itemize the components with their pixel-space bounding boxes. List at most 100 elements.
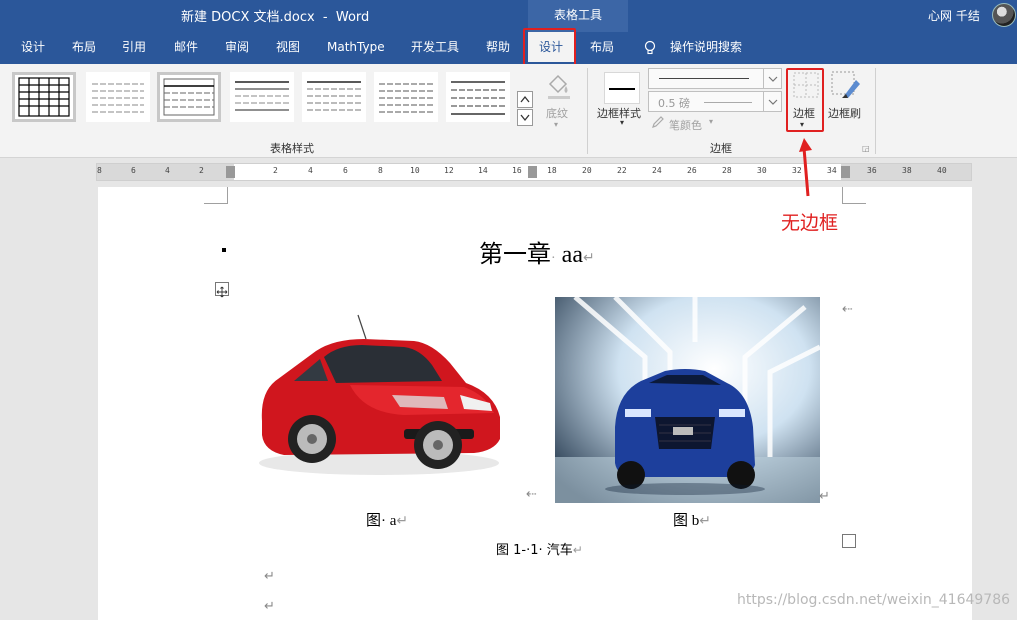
borders-group-label: 边框 [710,142,732,155]
paint-bucket-icon [548,74,570,99]
paragraph-mark: ↵ [264,599,275,614]
table-style-header[interactable] [230,72,294,122]
chevron-down-icon: ▾ [554,120,559,129]
shading-button[interactable]: 底纹 [546,105,568,121]
list-bullet [222,248,226,252]
tab-view[interactable]: 视图 [276,32,300,64]
table-styles-group-label: 表格样式 [270,142,314,155]
move-handle-icon[interactable] [215,282,229,298]
paragraph-mark: ↵ [582,251,595,266]
ruler-number: 14 [478,166,488,175]
line-style-value [659,78,749,79]
caption-b[interactable]: 图 b↵ [673,509,711,530]
tab-developer[interactable]: 开发工具 [411,32,459,64]
chevron-down-icon [520,114,530,122]
gallery-scroll-down-button[interactable] [517,109,533,126]
chevron-down-icon: ▾ [620,118,625,127]
table-style-preview [451,81,505,115]
table-resize-handle[interactable] [842,534,856,548]
border-brush-icon [831,71,860,98]
line-weight-value: 0.5 磅 [658,97,690,110]
ruler-number: 2 [273,166,278,175]
ruler-number: 36 [867,166,877,175]
pen-icon [652,116,664,128]
ruler-number: 30 [757,166,767,175]
margin-corner-mark [204,187,228,204]
table-style-grid[interactable] [12,72,76,122]
dialog-launcher-icon[interactable]: ◲ [862,144,870,153]
border-styles-label[interactable]: 边框样式 [597,105,641,121]
table-column-marker[interactable] [528,166,537,178]
ruler-number: 8 [378,166,383,175]
ruler-number: 20 [582,166,592,175]
ruler-number: 2 [199,166,204,175]
annotation-arrow [799,138,812,197]
table-style-light-grid[interactable] [157,72,221,122]
ribbon: 底纹 ▾ 表格样式 边框样式 ▾ 0.5 磅 笔颜色 ▾ 边框 ▾ 边框刷 边框… [0,64,1017,158]
line-style-preview [609,88,635,90]
left-indent-marker[interactable] [226,166,235,178]
group-divider [587,68,588,154]
group-divider [875,68,876,154]
table-style-plain[interactable] [86,72,150,122]
chapter-heading[interactable]: 第一章· aa↵ [479,234,595,269]
border-painter-button[interactable]: 边框刷 [828,105,861,121]
gallery-scroll-up-button[interactable] [517,91,533,108]
caption-a[interactable]: 图· a↵ [366,509,408,530]
table-style-bold-header[interactable] [446,72,510,122]
table-style-preview [307,81,361,111]
tab-review[interactable]: 审阅 [225,32,249,64]
line-style-dropdown[interactable] [648,68,782,89]
line-weight-dropdown[interactable]: 0.5 磅 [648,91,782,112]
tell-me-search[interactable]: 操作说明搜索 [670,32,742,64]
tab-design[interactable]: 设计 [21,32,45,64]
ruler-number: 28 [722,166,732,175]
ribbon-tab-row: 设计 布局 引用 邮件 审阅 视图 MathType 开发工具 帮助 布局 操作… [0,32,1017,64]
paragraph-mark: ↵ [819,489,830,504]
avatar[interactable] [992,3,1016,27]
red-car-image[interactable] [254,311,504,481]
table-style-preview [92,83,144,113]
heading-suffix: aa [561,242,583,268]
tab-mailings[interactable]: 邮件 [174,32,198,64]
chevron-down-icon: ▾ [709,117,714,126]
watermark: https://blog.csdn.net/weixin_41649786 [737,592,1011,608]
table-style-list[interactable] [302,72,366,122]
heading-text: 第一章 [479,242,551,268]
tab-help[interactable]: 帮助 [486,32,510,64]
tab-layout[interactable]: 布局 [72,32,96,64]
ruler-number: 16 [512,166,522,175]
right-indent-marker[interactable] [841,166,850,178]
ruler-number: 6 [343,166,348,175]
user-name[interactable]: 心网 千结 [928,7,980,24]
lightbulb-icon [644,40,656,55]
ruler-number: 4 [308,166,313,175]
end-of-cell-mark: ⇠ [526,487,537,502]
tab-references[interactable]: 引用 [122,32,146,64]
title-bar: 新建 DOCX 文档.docx - Word 表格工具 心网 千结 [0,0,1017,32]
ruler-number: 26 [687,166,697,175]
horizontal-ruler[interactable]: 8 6 4 2 2 4 6 8 10 12 14 16 18 20 22 24 … [96,163,972,181]
ruler-number: 22 [617,166,627,175]
tab-table-layout[interactable]: 布局 [590,32,614,64]
highlight-box-borders-button [786,68,824,132]
table-style-preview [163,78,215,116]
table-style-preview [235,81,289,111]
ruler-number: 24 [652,166,662,175]
ruler-number: 8 [97,166,102,175]
border-styles-button[interactable] [604,72,640,104]
pen-color-button[interactable]: 笔颜色 [669,117,702,133]
figure-caption[interactable]: 图 1-·1· 汽车↵ [496,539,583,558]
ruler-number: 10 [410,166,420,175]
margin-corner-mark [842,187,866,204]
ruler-number: 12 [444,166,454,175]
ruler-number: 18 [547,166,557,175]
document-page[interactable]: 第一章· aa↵ ⇠ ⇠ ↵ 图· a↵ 图 b↵ 图 1-·1· 汽车↵ ↵ … [98,187,972,620]
blue-suv-image[interactable] [555,297,820,503]
table-style-dotted[interactable] [374,72,438,122]
tab-mathtype[interactable]: MathType [327,32,385,64]
chevron-down-icon [763,69,781,88]
ruler-number: 6 [131,166,136,175]
ruler-number: 38 [902,166,912,175]
annotation-text: 无边框 [781,212,839,234]
